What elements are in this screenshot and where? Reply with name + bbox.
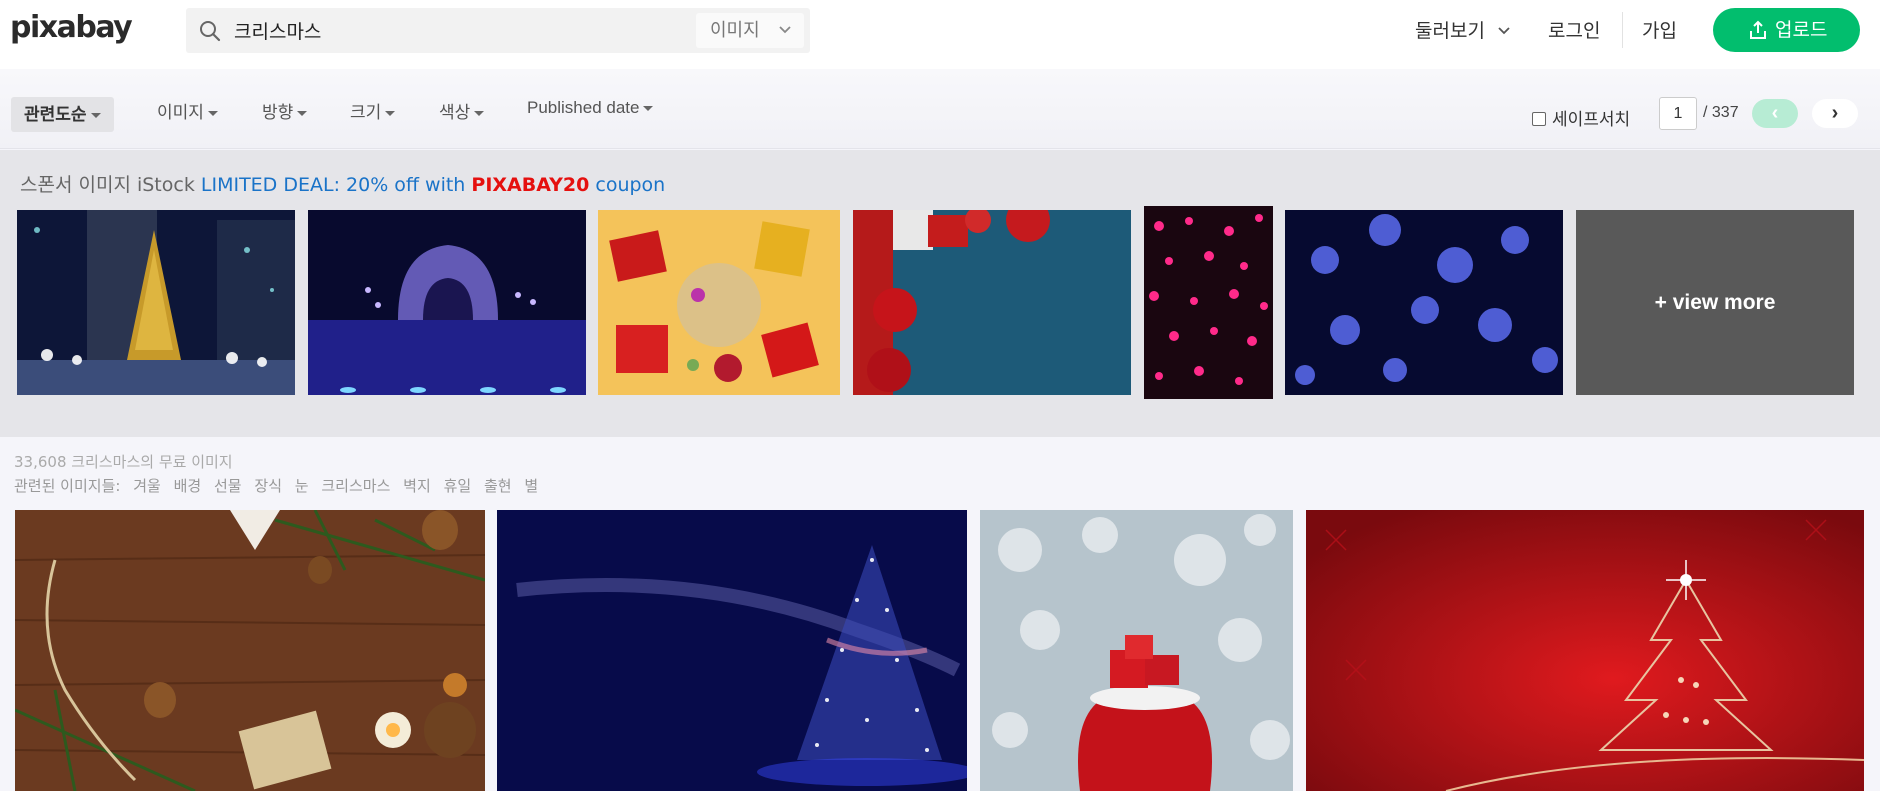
sponsored-image-1[interactable] (17, 210, 295, 395)
caret-down-icon (297, 111, 308, 117)
sponsored-header: 스폰서 이미지 iStock LIMITED DEAL: 20% off wit… (20, 170, 665, 197)
result-image-4[interactable] (1306, 510, 1864, 791)
related-tag[interactable]: 배경 (174, 477, 202, 495)
related-tag[interactable]: 크리스마스 (321, 477, 390, 495)
related-tags: 관련된 이미지들: 겨울 배경 선물 장식 눈 크리스마스 벽지 휴일 출현 별 (14, 475, 538, 496)
upload-icon (1750, 20, 1766, 39)
related-tag[interactable]: 별 (524, 477, 538, 495)
caret-down-icon (385, 111, 396, 117)
related-tag[interactable]: 장식 (254, 477, 282, 495)
caret-down-icon (643, 106, 654, 112)
filter-orientation-label: 방향 (262, 103, 294, 122)
nav-explore-label: 둘러보기 (1415, 20, 1485, 42)
sponsored-coupon-code[interactable]: PIXABAY20 (471, 174, 589, 196)
filter-size-label: 크기 (350, 103, 382, 122)
results-count: 33,608 크리스마스의 무료 이미지 (14, 453, 233, 471)
result-image-1[interactable] (15, 510, 485, 791)
search-bar: 이미지 (186, 8, 810, 53)
search-type-label: 이미지 (710, 20, 760, 41)
safesearch-label: 세이프서치 (1552, 110, 1631, 130)
chevron-down-icon (778, 13, 792, 62)
prev-page-button[interactable]: ‹ (1752, 99, 1798, 128)
sponsored-provider: iStock (136, 174, 195, 196)
upload-button[interactable]: 업로드 (1713, 8, 1860, 52)
nav-explore[interactable]: 둘러보기 (1415, 16, 1511, 43)
sponsored-coupon-suffix[interactable]: coupon (595, 174, 665, 196)
nav-join[interactable]: 가입 (1642, 16, 1677, 43)
search-type-dropdown[interactable]: 이미지 (696, 13, 804, 48)
related-tag[interactable]: 벽지 (403, 477, 431, 495)
filter-sort[interactable]: 관련도순 (11, 97, 114, 132)
caret-down-icon (207, 111, 218, 117)
result-image-3[interactable] (980, 510, 1293, 791)
related-label: 관련된 이미지들: (14, 477, 121, 495)
filter-size[interactable]: 크기 (350, 98, 396, 123)
filter-image-type[interactable]: 이미지 (157, 98, 218, 123)
caret-down-icon (90, 113, 101, 119)
filter-published-date-label: Published date (527, 98, 640, 117)
sponsored-deal-link[interactable]: LIMITED DEAL: 20% off with (201, 174, 465, 196)
sponsored-image-2[interactable] (308, 210, 586, 395)
chevron-down-icon (1498, 27, 1510, 35)
caret-down-icon (474, 111, 485, 117)
related-tag[interactable]: 출현 (484, 477, 512, 495)
nav-login[interactable]: 로그인 (1548, 16, 1600, 43)
next-page-button[interactable]: › (1812, 99, 1858, 128)
related-tag[interactable]: 눈 (295, 477, 309, 495)
search-icon[interactable] (198, 19, 222, 43)
safesearch-toggle[interactable]: 세이프서치 (1532, 105, 1630, 130)
sponsored-image-3[interactable] (598, 210, 840, 395)
filter-color[interactable]: 색상 (439, 98, 485, 123)
related-tag[interactable]: 겨울 (133, 477, 161, 495)
result-image-2[interactable] (497, 510, 967, 791)
filter-image-type-label: 이미지 (157, 103, 204, 122)
page-number-input[interactable]: 1 (1659, 97, 1697, 130)
filter-color-label: 색상 (439, 103, 471, 122)
filter-published-date[interactable]: Published date (527, 98, 654, 118)
safesearch-checkbox[interactable] (1532, 112, 1546, 126)
page-total: / 337 (1703, 104, 1739, 121)
search-input[interactable] (234, 8, 674, 53)
related-tag[interactable]: 휴일 (444, 477, 472, 495)
filter-orientation[interactable]: 방향 (262, 98, 308, 123)
related-tag[interactable]: 선물 (214, 477, 242, 495)
filter-sort-label: 관련도순 (24, 105, 87, 124)
sponsored-label: 스폰서 이미지 (20, 174, 131, 196)
sponsored-image-6[interactable] (1285, 210, 1563, 395)
upload-label: 업로드 (1775, 19, 1828, 41)
sponsored-image-4[interactable] (853, 210, 1131, 395)
sponsored-image-5[interactable] (1144, 206, 1273, 399)
view-more-button[interactable]: + view more (1576, 210, 1854, 395)
pixabay-logo[interactable]: pixabay (10, 10, 133, 45)
nav-divider (1622, 12, 1623, 48)
top-header: pixabay 이미지 둘러보기 로그인 가입 업로드 (0, 0, 1880, 69)
